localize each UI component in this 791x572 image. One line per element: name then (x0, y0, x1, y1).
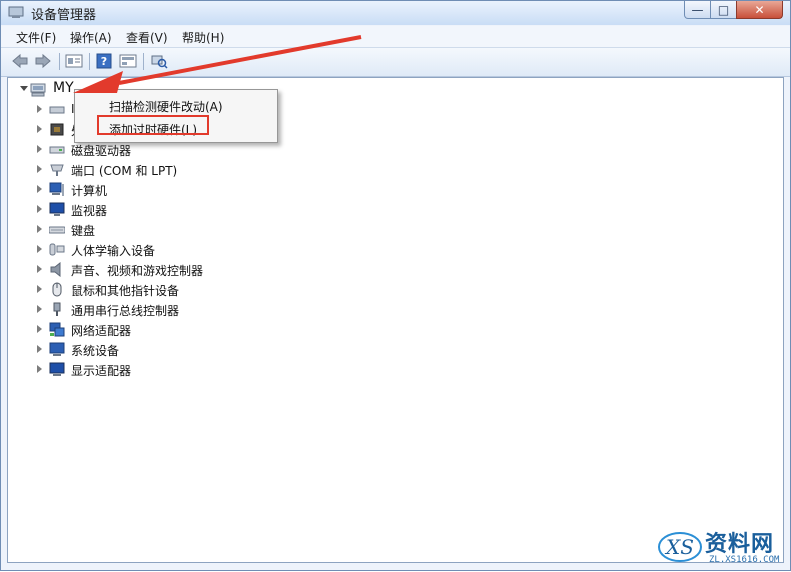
collapse-arrow-icon[interactable] (20, 86, 28, 91)
menu-item-scan-hardware[interactable]: 扫描检测硬件改动(A) (109, 98, 223, 115)
device-tree: MY I 处 磁盘驱动器 端口 (COM 和 LPT) 计算机 (7, 77, 784, 563)
tree-item-monitors[interactable]: 监视器 (8, 200, 308, 220)
watermark-url: ZL.XS1616.COM (709, 555, 780, 565)
tree-item-label: 监视器 (71, 204, 108, 218)
tree-item-computer[interactable]: 计算机 (8, 180, 308, 200)
system-device-icon (49, 342, 65, 356)
context-menu: 扫描检测硬件改动(A) 添加过时硬件(L) (74, 89, 278, 143)
tree-item-label: 系统设备 (71, 344, 120, 358)
scan-hardware-icon[interactable] (150, 53, 168, 69)
expand-arrow-icon[interactable] (37, 345, 42, 353)
toolbar-separator (143, 53, 144, 70)
maximize-button[interactable]: □ (710, 1, 737, 19)
expand-arrow-icon[interactable] (37, 125, 42, 133)
help-icon[interactable]: ? (96, 53, 114, 69)
expand-arrow-icon[interactable] (37, 225, 42, 233)
properties-icon[interactable] (65, 53, 83, 69)
expand-arrow-icon[interactable] (37, 105, 42, 113)
close-button[interactable]: ✕ (736, 1, 783, 19)
network-icon (49, 322, 65, 337)
menu-bar: 文件(F) 操作(A) 查看(V) 帮助(H) (1, 26, 790, 47)
computer-icon (49, 182, 64, 196)
tree-item-system-devices[interactable]: 系统设备 (8, 340, 308, 360)
port-icon (50, 164, 64, 176)
svg-text:?: ? (101, 55, 107, 68)
tree-item-sound[interactable]: 声音、视频和游戏控制器 (8, 260, 308, 280)
toolbar-separator (89, 53, 90, 70)
keyboard-icon (49, 226, 65, 234)
close-icon: ✕ (754, 2, 765, 17)
monitor-icon (49, 202, 65, 216)
menu-help[interactable]: 帮助(H) (182, 29, 224, 46)
drive-icon (49, 106, 65, 114)
tree-item-label: 通用串行总线控制器 (71, 304, 180, 318)
usb-icon (53, 302, 61, 316)
tree-item-usb[interactable]: 通用串行总线控制器 (8, 300, 308, 320)
toolbar: ? (1, 47, 790, 77)
device-manager-app-icon (8, 6, 24, 18)
watermark: XS 资料网 ZL.XS1616.COM (653, 522, 791, 570)
watermark-logo-icon: XS (658, 532, 702, 562)
expand-arrow-icon[interactable] (37, 165, 42, 173)
expand-arrow-icon[interactable] (37, 285, 42, 293)
highlight-box (97, 115, 209, 135)
menu-file[interactable]: 文件(F) (16, 29, 56, 46)
tree-item-mice[interactable]: 鼠标和其他指针设备 (8, 280, 308, 300)
tree-item-label: 声音、视频和游戏控制器 (71, 264, 204, 278)
tree-item-label: 网络适配器 (71, 324, 132, 338)
tree-item-display-adapters[interactable]: 显示适配器 (8, 360, 308, 380)
tree-item-label: 鼠标和其他指针设备 (71, 284, 180, 298)
menu-action[interactable]: 操作(A) (70, 29, 112, 46)
minimize-icon: — (691, 2, 704, 17)
tree-item-label: 磁盘驱动器 (71, 144, 132, 158)
show-hidden-icon[interactable] (119, 53, 137, 69)
svg-text:XS: XS (664, 535, 694, 559)
tree-item-ports[interactable]: 端口 (COM 和 LPT) (8, 160, 308, 180)
maximize-icon: □ (717, 2, 730, 17)
tree-item-hid[interactable]: 人体学输入设备 (8, 240, 308, 260)
computer-root-icon (30, 83, 46, 97)
expand-arrow-icon[interactable] (37, 265, 42, 273)
expand-arrow-icon[interactable] (37, 365, 42, 373)
tree-item-label: 键盘 (71, 224, 96, 238)
mouse-icon (52, 282, 62, 297)
hid-icon (49, 243, 65, 256)
window-title: 设备管理器 (31, 8, 97, 23)
minimize-button[interactable]: — (684, 1, 711, 19)
title-bar[interactable]: 设备管理器 — □ ✕ (1, 1, 790, 25)
display-adapter-icon (49, 362, 65, 376)
tree-item-label: 显示适配器 (71, 364, 132, 378)
disk-drive-icon (49, 146, 65, 154)
expand-arrow-icon[interactable] (37, 205, 42, 213)
forward-arrow-icon[interactable] (34, 53, 52, 69)
expand-arrow-icon[interactable] (37, 245, 42, 253)
tree-item-keyboards[interactable]: 键盘 (8, 220, 308, 240)
device-manager-window: 设备管理器 — □ ✕ 文件(F) 操作(A) 查看(V) 帮助(H) ? MY… (0, 0, 791, 571)
expand-arrow-icon[interactable] (37, 305, 42, 313)
menu-view[interactable]: 查看(V) (126, 29, 168, 46)
watermark-brand: 资料网 (705, 532, 775, 557)
processor-icon (50, 123, 64, 136)
toolbar-separator (59, 53, 60, 70)
back-arrow-icon[interactable] (11, 53, 29, 69)
sound-icon (50, 262, 61, 277)
tree-item-disk-drives[interactable]: 磁盘驱动器 (8, 140, 308, 160)
expand-arrow-icon[interactable] (37, 185, 42, 193)
tree-root-label: MY (53, 80, 74, 96)
tree-item-label: 计算机 (71, 184, 108, 198)
tree-item-network[interactable]: 网络适配器 (8, 320, 308, 340)
expand-arrow-icon[interactable] (37, 325, 42, 333)
tree-item-label: 人体学输入设备 (71, 244, 156, 258)
tree-item-label: 端口 (COM 和 LPT) (71, 164, 178, 178)
expand-arrow-icon[interactable] (37, 145, 42, 153)
